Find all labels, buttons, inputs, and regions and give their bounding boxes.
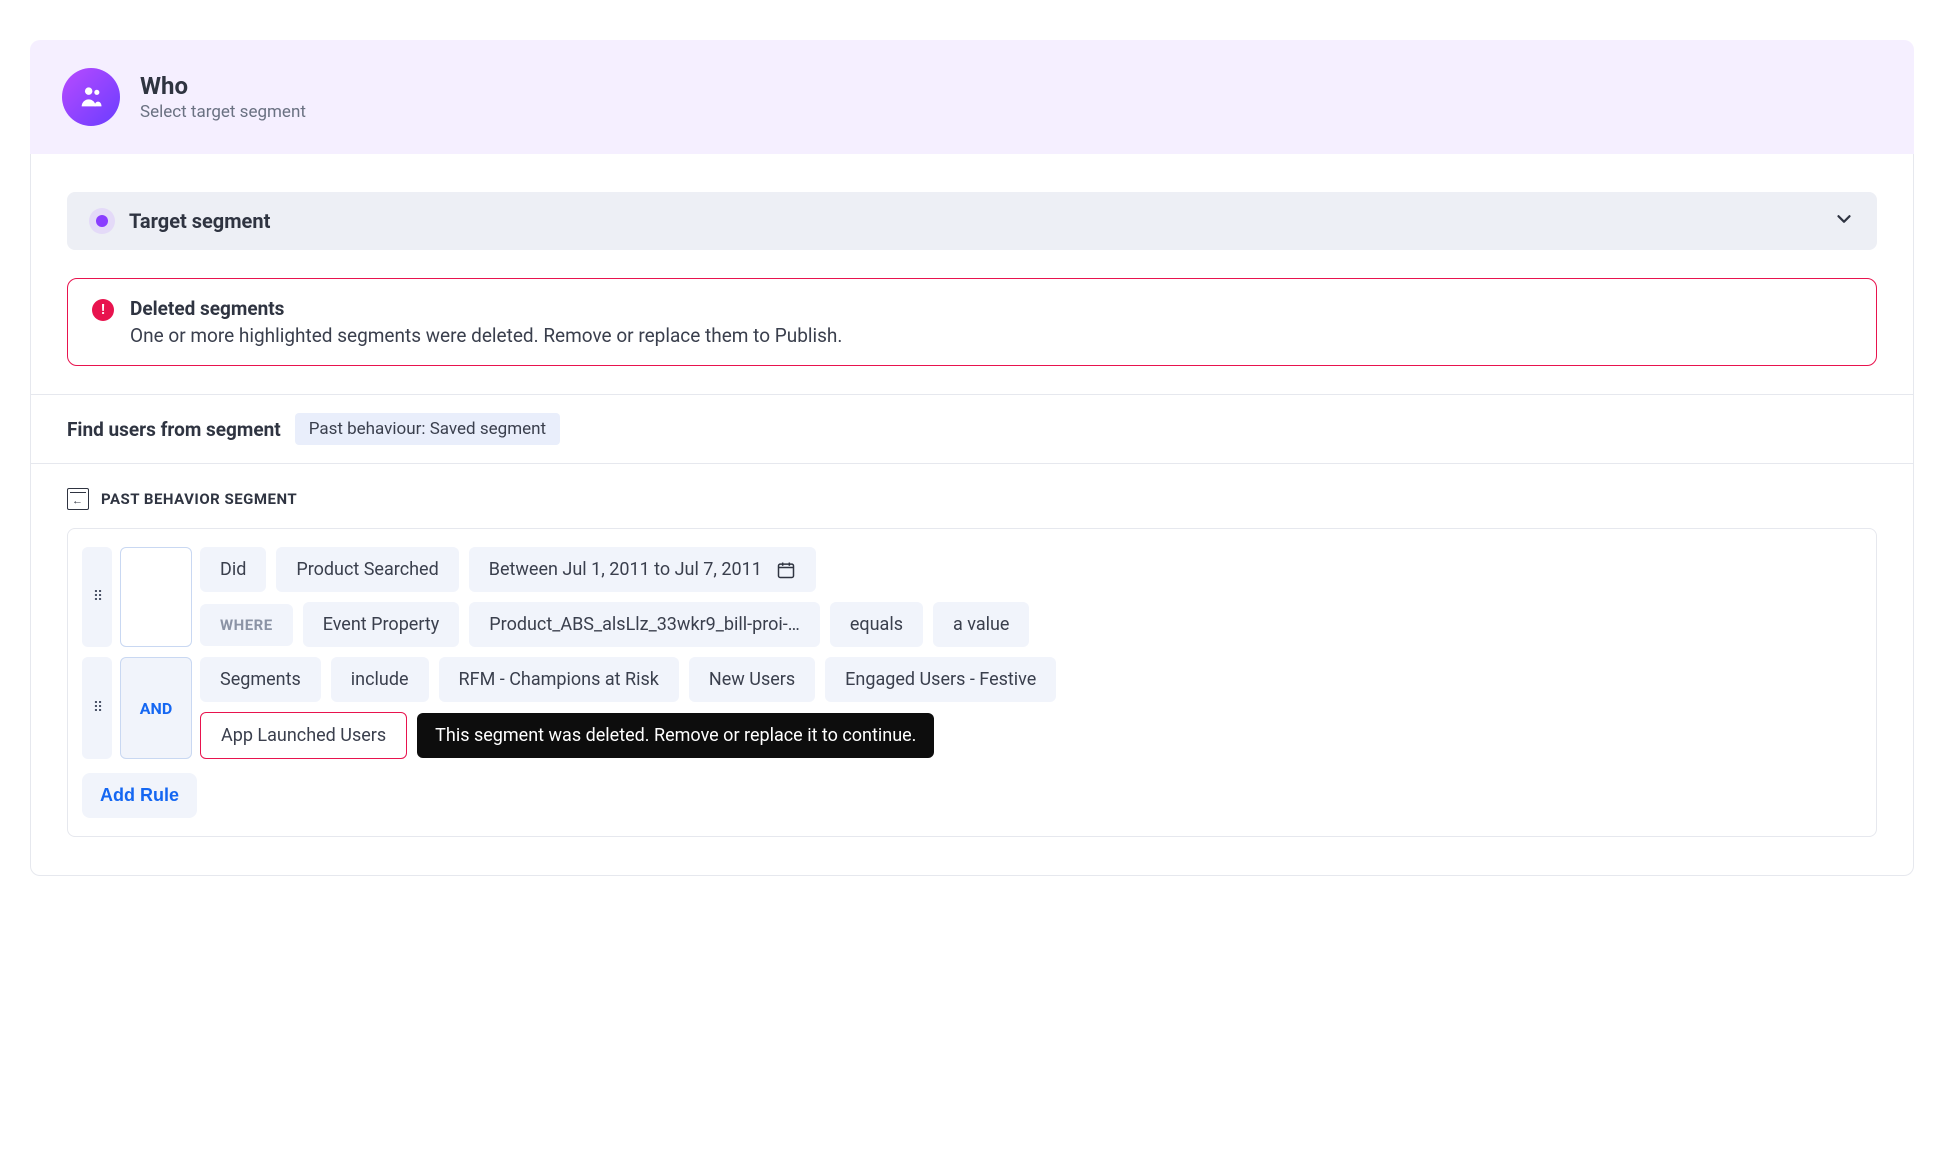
segment-type-pill[interactable]: Past behaviour: Saved segment	[295, 413, 560, 445]
drag-handle-icon[interactable]: ⠿	[82, 657, 112, 759]
event-chip[interactable]: Product Searched	[276, 547, 458, 592]
section-dot-icon	[89, 208, 115, 234]
deleted-segments-alert: ! Deleted segments One or more highlight…	[67, 278, 1877, 366]
drag-handle-icon[interactable]: ⠿	[82, 547, 112, 647]
segments-chip[interactable]: Segments	[200, 657, 321, 702]
date-range-chip[interactable]: Between Jul 1, 2011 to Jul 7, 2011	[469, 547, 816, 592]
past-behavior-header: PAST BEHAVIOR SEGMENT	[67, 488, 1877, 510]
rule-block: ⠿ Did Product Searched Between Jul 1, 20…	[82, 547, 1862, 647]
segment-chip[interactable]: New Users	[689, 657, 815, 702]
segment-chip[interactable]: RFM - Champions at Risk	[439, 657, 679, 702]
add-rule-button[interactable]: Add Rule	[82, 773, 197, 818]
past-behavior-icon	[67, 488, 89, 510]
find-users-label: Find users from segment	[67, 418, 281, 441]
alert-title: Deleted segments	[130, 297, 842, 320]
past-behavior-title: PAST BEHAVIOR SEGMENT	[101, 490, 297, 508]
deleted-segment-chip[interactable]: App Launched Users	[200, 712, 407, 759]
who-header: Who Select target segment	[30, 40, 1914, 154]
property-type-chip[interactable]: Event Property	[303, 602, 460, 647]
and-connector[interactable]: AND	[120, 657, 192, 759]
rule-builder: ⠿ Did Product Searched Between Jul 1, 20…	[67, 528, 1877, 837]
alert-body: One or more highlighted segments were de…	[130, 324, 842, 347]
property-name-chip[interactable]: Product_ABS_alsLlz_33wkr9_bill-proi-…	[469, 602, 820, 647]
chevron-down-icon[interactable]	[1833, 208, 1855, 234]
where-chip[interactable]: WHERE	[200, 604, 293, 646]
target-segment-bar[interactable]: Target segment	[67, 192, 1877, 250]
divider	[31, 463, 1913, 464]
segment-chip[interactable]: Engaged Users - Festive	[825, 657, 1056, 702]
section-title: Target segment	[129, 209, 270, 233]
date-range-text: Between Jul 1, 2011 to Jul 7, 2011	[489, 559, 762, 580]
value-chip[interactable]: a value	[933, 602, 1029, 647]
did-chip[interactable]: Did	[200, 547, 266, 592]
rule-block: ⠿ AND Segments include RFM - Champions a…	[82, 657, 1862, 759]
calendar-icon	[776, 560, 796, 580]
find-users-row: Find users from segment Past behaviour: …	[67, 395, 1877, 463]
people-icon	[62, 68, 120, 126]
deleted-segment-tooltip: This segment was deleted. Remove or repl…	[417, 713, 934, 758]
header-title: Who	[140, 72, 306, 100]
operator-chip[interactable]: equals	[830, 602, 923, 647]
alert-icon: !	[92, 299, 114, 321]
include-chip[interactable]: include	[331, 657, 429, 702]
card-body: Target segment ! Deleted segments One or…	[30, 154, 1914, 876]
header-subtitle: Select target segment	[140, 102, 306, 122]
connector-placeholder	[120, 547, 192, 647]
